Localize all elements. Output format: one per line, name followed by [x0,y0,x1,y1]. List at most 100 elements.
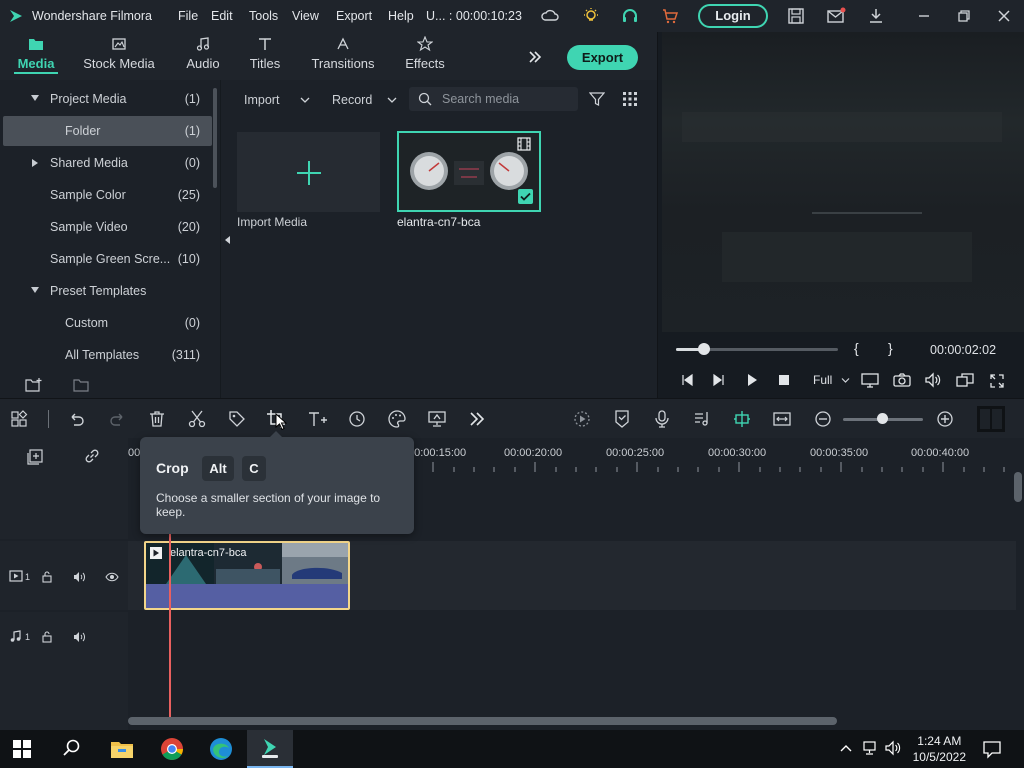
lock-icon[interactable] [41,571,53,583]
zoom-out-icon[interactable] [813,409,833,429]
sidebar-item-preset-templates[interactable]: Preset Templates [0,276,212,306]
menu-edit[interactable]: Edit [211,9,233,23]
record-dropdown[interactable]: Record [332,88,402,112]
eye-visibility-icon[interactable] [105,572,119,582]
tab-audio[interactable]: Audio [184,32,222,80]
sidebar-scrollbar[interactable] [213,88,217,188]
undo-icon[interactable] [67,409,87,429]
next-frame-icon[interactable] [712,373,726,387]
bulb-icon[interactable] [581,6,601,26]
expand-down-icon[interactable] [31,287,39,293]
track-height-toggle-icon[interactable] [977,406,1005,432]
fullscreen-icon[interactable] [989,373,1005,389]
sidebar-item-sample-video[interactable]: Sample Video (20) [0,212,212,242]
color-palette-icon[interactable] [387,409,407,429]
search-icon[interactable] [62,738,88,764]
sidebar-item-project-media[interactable]: Project Media (1) [0,84,212,114]
add-track-icon[interactable] [27,447,45,465]
tab-media[interactable]: Media [14,32,58,80]
sidebar-item-all-templates[interactable]: All Templates (311) [0,340,212,370]
cloud-icon[interactable] [540,6,560,26]
close-icon[interactable] [994,6,1014,26]
fit-timeline-icon[interactable] [772,409,792,429]
tab-titles[interactable]: Titles [247,32,283,80]
search-media-field[interactable]: Search media [409,87,578,111]
more-tabs-icon[interactable] [527,49,543,65]
download-icon[interactable] [866,6,886,26]
video-clip[interactable]: elantra-cn7-bca [144,541,350,610]
timeline-vertical-scrollbar[interactable] [1014,472,1022,502]
tab-stock-media[interactable]: Stock Media [82,32,156,80]
playback-progress-knob[interactable] [698,343,710,355]
tab-transitions[interactable]: Transitions [310,32,376,80]
add-text-icon[interactable] [307,409,327,429]
cart-icon[interactable] [660,6,680,26]
media-item-thumbnail[interactable] [397,131,541,212]
sidebar-item-custom[interactable]: Custom (0) [0,308,212,338]
filmora-taskbar-button[interactable] [247,730,293,768]
mute-speaker-icon[interactable] [73,571,86,583]
play-icon[interactable] [745,373,759,387]
audio-mix-icon[interactable] [692,409,712,429]
folder-icon[interactable] [73,377,91,393]
marker-icon[interactable] [612,409,632,429]
restore-icon[interactable] [954,6,974,26]
pip-icon[interactable] [956,372,974,388]
expand-down-icon[interactable] [31,95,39,101]
edge-icon[interactable] [208,736,234,762]
login-button[interactable]: Login [698,4,768,28]
delete-icon[interactable] [147,409,167,429]
menu-file[interactable]: File [178,9,198,23]
menu-view[interactable]: View [292,9,319,23]
volume-icon[interactable] [924,372,942,388]
zoom-slider-knob[interactable] [877,413,888,424]
import-media-card[interactable] [237,132,380,212]
headset-icon[interactable] [620,6,640,26]
mail-icon[interactable] [826,6,846,26]
chevron-up-icon[interactable] [840,743,852,753]
mute-speaker-icon[interactable] [73,631,86,643]
collapse-panel-icon[interactable] [223,235,231,245]
zoom-in-icon[interactable] [935,409,955,429]
render-preview-icon[interactable] [572,409,592,429]
scissors-icon[interactable] [187,409,207,429]
playhead[interactable] [169,533,171,718]
new-folder-icon[interactable] [25,377,43,393]
sidebar-item-sample-color[interactable]: Sample Color (25) [0,180,212,210]
speed-icon[interactable] [347,409,367,429]
minimize-icon[interactable] [914,6,934,26]
preview-video-frame[interactable] [662,32,1024,332]
mark-out-icon[interactable]: } [888,340,893,356]
lock-icon[interactable] [41,631,53,643]
export-button[interactable]: Export [567,45,638,70]
quality-select[interactable]: Full [813,373,853,389]
tab-effects[interactable]: Effects [402,32,448,80]
notification-icon[interactable] [982,739,1002,759]
grid-view-icon[interactable] [622,91,638,107]
snapshot-camera-icon[interactable] [893,372,911,388]
menu-tools[interactable]: Tools [249,9,278,23]
snap-magnet-icon[interactable] [732,409,752,429]
prev-frame-icon[interactable] [680,373,694,387]
filter-icon[interactable] [589,91,605,107]
taskbar-clock[interactable]: 1:24 AM 10/5/2022 [913,733,966,765]
mark-in-icon[interactable]: { [854,340,859,356]
sidebar-item-shared-media[interactable]: Shared Media (0) [0,148,212,178]
display-monitor-icon[interactable] [861,372,879,388]
sidebar-item-folder[interactable]: Folder (1) [3,116,212,146]
file-explorer-icon[interactable] [109,736,135,762]
layout-switch-icon[interactable] [10,409,30,429]
more-tools-icon[interactable] [468,409,488,429]
link-icon[interactable] [83,447,101,465]
timeline-horizontal-scrollbar[interactable] [128,717,837,725]
microphone-icon[interactable] [652,409,672,429]
green-screen-icon[interactable] [427,409,447,429]
chrome-icon[interactable] [159,736,185,762]
save-icon[interactable] [786,6,806,26]
menu-export[interactable]: Export [336,9,372,23]
menu-help[interactable]: Help [388,9,414,23]
sidebar-item-sample-green-screen[interactable]: Sample Green Scre... (10) [0,244,212,274]
expand-right-icon[interactable] [32,159,38,167]
tag-icon[interactable] [227,409,247,429]
stop-icon[interactable] [778,374,790,386]
